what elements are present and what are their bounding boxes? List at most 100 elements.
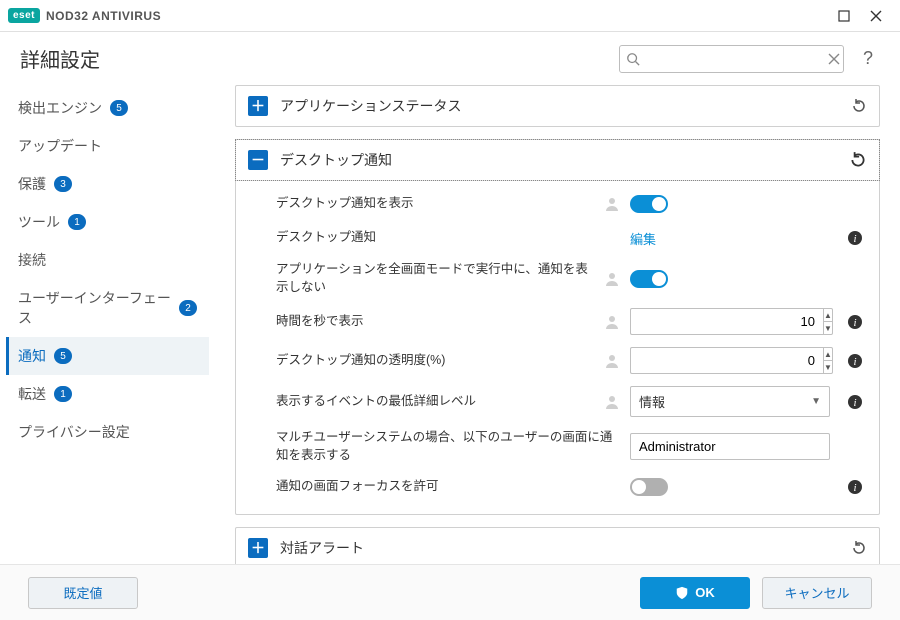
sidebar-item-notifications[interactable]: 通知 5 [6, 337, 209, 375]
info-icon[interactable]: i [845, 479, 865, 495]
spin-down-icon[interactable]: ▼ [824, 361, 832, 373]
setting-label: 通知の画面フォーカスを許可 [276, 478, 620, 496]
svg-text:i: i [853, 482, 856, 494]
opacity-input[interactable] [630, 347, 823, 374]
seconds-field[interactable]: ▲▼ [630, 308, 830, 335]
sidebar-item-label: 転送 [18, 384, 46, 404]
setting-label: 時間を秒で表示 [276, 313, 594, 331]
sidebar-badge: 5 [54, 348, 72, 364]
level-value: 情報 [639, 392, 665, 411]
reset-icon[interactable] [849, 151, 867, 169]
panel-header-app-status[interactable]: ＋ アプリケーションステータス [236, 86, 879, 126]
titlebar: eset NOD32 ANTIVIRUS [0, 0, 900, 32]
sidebar-badge: 2 [179, 300, 197, 316]
svg-text:i: i [853, 317, 856, 329]
sidebar-badge: 1 [54, 386, 72, 402]
panel-header-dialog-alert[interactable]: ＋ 対話アラート [236, 528, 879, 564]
spin-up-icon[interactable]: ▲ [824, 348, 832, 361]
sidebar: 検出エンジン 5 アップデート 保護 3 ツール1 接続 ユーザーインターフェース 2… [0, 85, 215, 564]
sidebar-item-tools[interactable]: ツール1 [6, 203, 209, 241]
panel-app-status: ＋ アプリケーションステータス [235, 85, 880, 127]
toggle-allow-focus[interactable] [630, 478, 668, 496]
sidebar-item-connection[interactable]: 接続 [6, 241, 209, 279]
spin-down-icon[interactable]: ▼ [824, 322, 832, 334]
shield-icon [675, 586, 689, 600]
user-icon [604, 394, 620, 410]
search-input[interactable] [646, 51, 822, 66]
help-button[interactable]: ? [856, 48, 880, 69]
multiuser-input[interactable] [630, 433, 830, 460]
sidebar-item-protection[interactable]: 保護 3 [6, 165, 209, 203]
sidebar-badge: 5 [110, 100, 128, 116]
sidebar-item-label: 保護 [18, 174, 46, 194]
row-fullscreen-suppress: アプリケーションを全画面モードで実行中に、通知を表示しない [236, 255, 879, 302]
user-icon [604, 196, 620, 212]
defaults-button[interactable]: 既定値 [28, 577, 138, 609]
sidebar-item-label: ユーザーインターフェース [18, 288, 171, 328]
row-allow-focus: 通知の画面フォーカスを許可 i [236, 470, 879, 504]
window-close-button[interactable] [860, 0, 892, 32]
setting-label: デスクトップ通知 [276, 229, 620, 247]
panel-desktop-notifications: － デスクトップ通知 デスクトップ通知を表示 デスクトップ通知 編集 i [235, 139, 880, 515]
svg-text:i: i [853, 233, 856, 245]
window-maximize-button[interactable] [828, 0, 860, 32]
panel-title: アプリケーションステータス [280, 96, 839, 116]
setting-label: 表示するイベントの最低詳細レベル [276, 393, 594, 411]
sidebar-item-label: プライバシー設定 [18, 422, 130, 442]
reset-icon[interactable] [851, 98, 867, 114]
sidebar-item-forward[interactable]: 転送 1 [6, 375, 209, 413]
info-icon[interactable]: i [845, 314, 865, 330]
sidebar-item-ui[interactable]: ユーザーインターフェース 2 [6, 279, 209, 337]
info-icon[interactable]: i [845, 394, 865, 410]
row-display-seconds: 時間を秒で表示 ▲▼ i [236, 302, 879, 341]
ok-button[interactable]: OK [640, 577, 750, 609]
sidebar-item-detection-engine[interactable]: 検出エンジン 5 [6, 89, 209, 127]
setting-label: デスクトップ通知の透明度(%) [276, 352, 594, 370]
chevron-down-icon: ▼ [811, 396, 821, 407]
sidebar-item-update[interactable]: アップデート [6, 127, 209, 165]
sidebar-item-privacy[interactable]: プライバシー設定 [6, 413, 209, 451]
edit-link[interactable]: 編集 [630, 229, 656, 248]
svg-text:i: i [853, 397, 856, 409]
footer: 既定値 OK キャンセル [0, 564, 900, 620]
panel-title: 対話アラート [280, 538, 839, 558]
collapse-icon: － [248, 150, 268, 170]
setting-label: アプリケーションを全画面モードで実行中に、通知を表示しない [276, 261, 594, 296]
panel-header-desktop-notifications[interactable]: － デスクトップ通知 [236, 140, 879, 180]
sidebar-item-label: 通知 [18, 346, 46, 366]
setting-label: デスクトップ通知を表示 [276, 195, 594, 213]
sidebar-item-label: 接続 [18, 250, 46, 270]
seconds-input[interactable] [630, 308, 823, 335]
info-icon[interactable]: i [845, 353, 865, 369]
panel-title: デスクトップ通知 [280, 150, 837, 170]
reset-icon[interactable] [851, 540, 867, 556]
sidebar-item-label: 検出エンジン [18, 98, 102, 118]
expand-icon: ＋ [248, 96, 268, 116]
opacity-field[interactable]: ▲▼ [630, 347, 830, 374]
brand-text: NOD32 ANTIVIRUS [46, 9, 161, 23]
sidebar-badge: 3 [54, 176, 72, 192]
spin-up-icon[interactable]: ▲ [824, 309, 832, 322]
row-opacity: デスクトップ通知の透明度(%) ▲▼ i [236, 341, 879, 380]
brand-badge: eset [8, 8, 40, 23]
user-icon [604, 353, 620, 369]
brand-logo: eset NOD32 ANTIVIRUS [8, 8, 161, 23]
row-edit-notifications: デスクトップ通知 編集 i [236, 221, 879, 255]
info-icon[interactable]: i [845, 230, 865, 246]
panel-body: デスクトップ通知を表示 デスクトップ通知 編集 i アプリケーションを全画面モー… [236, 180, 879, 514]
user-icon [604, 314, 620, 330]
search-icon [626, 52, 640, 66]
row-multiuser: マルチユーザーシステムの場合、以下のユーザーの画面に通知を表示する [236, 423, 879, 470]
page-header: 詳細設定 ? [0, 32, 900, 85]
expand-icon: ＋ [248, 538, 268, 558]
toggle-show-notifications[interactable] [630, 195, 668, 213]
user-icon [604, 271, 620, 287]
cancel-button[interactable]: キャンセル [762, 577, 872, 609]
level-select[interactable]: 情報 ▼ [630, 386, 830, 417]
sidebar-badge: 1 [68, 214, 86, 230]
clear-search-icon[interactable] [828, 53, 840, 65]
row-show-notifications: デスクトップ通知を表示 [236, 187, 879, 221]
page-title: 詳細設定 [20, 44, 100, 73]
toggle-fullscreen-suppress[interactable] [630, 270, 668, 288]
search-box[interactable] [619, 45, 844, 73]
